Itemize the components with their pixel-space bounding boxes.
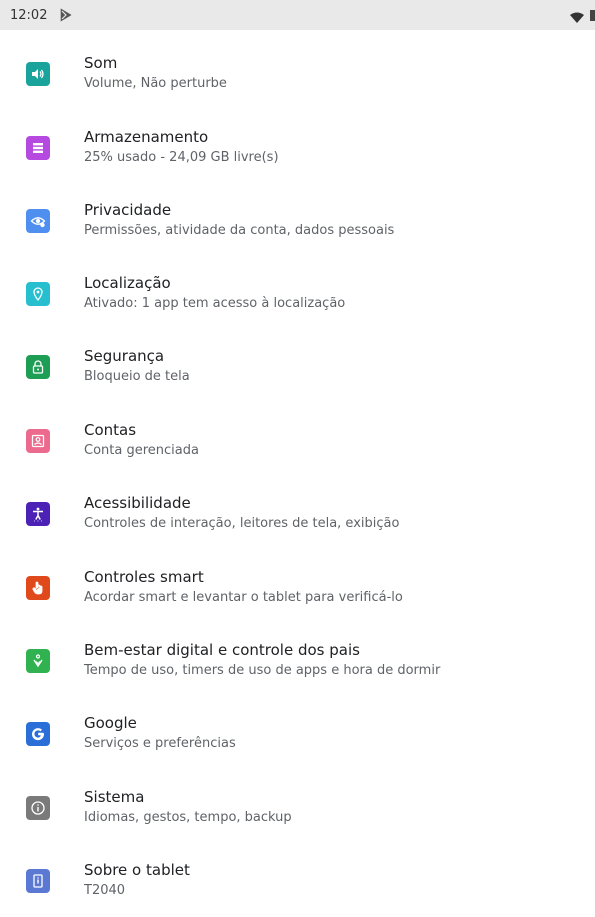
location-pin-icon xyxy=(26,282,50,306)
status-time: 12:02 xyxy=(10,7,48,23)
item-subtitle: Tempo de uso, timers de uso de apps e ho… xyxy=(84,663,441,678)
settings-item-accessibility[interactable]: Acessibilidade Controles de interação, l… xyxy=(0,490,595,550)
play-store-icon xyxy=(59,8,73,22)
item-subtitle: T2040 xyxy=(84,883,126,898)
item-title: Controles smart xyxy=(84,568,204,586)
lock-icon xyxy=(26,355,50,379)
settings-item-location[interactable]: Localização Ativado: 1 app tem acesso à … xyxy=(0,270,595,330)
item-title: Contas xyxy=(84,421,137,439)
settings-item-storage[interactable]: Armazenamento 25% usado - 24,09 GB livre… xyxy=(0,124,595,184)
item-subtitle: Conta gerenciada xyxy=(84,443,199,458)
settings-item-about-tablet[interactable]: Sobre o tablet T2040 xyxy=(0,857,595,917)
item-title: Sistema xyxy=(84,788,145,806)
settings-item-privacy[interactable]: Privacidade Permissões, atividade da con… xyxy=(0,197,595,257)
settings-item-digital-wellbeing[interactable]: Bem-estar digital e controle dos pais Te… xyxy=(0,637,595,697)
item-title: Privacidade xyxy=(84,201,172,219)
item-title: Localização xyxy=(84,274,171,292)
wifi-icon xyxy=(570,9,584,23)
privacy-eye-icon xyxy=(26,209,50,233)
battery-icon xyxy=(590,9,595,21)
item-title: Sobre o tablet xyxy=(84,861,190,879)
item-title: Som xyxy=(84,54,118,72)
item-subtitle: Permissões, atividade da conta, dados pe… xyxy=(84,223,395,238)
item-title: Acessibilidade xyxy=(84,494,191,512)
settings-item-accounts[interactable]: Contas Conta gerenciada xyxy=(0,417,595,477)
google-g-icon xyxy=(26,722,50,746)
item-subtitle: Controles de interação, leitores de tela… xyxy=(84,516,400,531)
item-title: Segurança xyxy=(84,347,165,365)
item-subtitle: Idiomas, gestos, tempo, backup xyxy=(84,810,292,825)
settings-item-security[interactable]: Segurança Bloqueio de tela xyxy=(0,343,595,403)
wellbeing-icon xyxy=(26,649,50,673)
tablet-icon xyxy=(26,869,50,893)
settings-item-system[interactable]: Sistema Idiomas, gestos, tempo, backup xyxy=(0,784,595,844)
accessibility-icon xyxy=(26,502,50,526)
item-subtitle: Acordar smart e levantar o tablet para v… xyxy=(84,590,403,605)
storage-icon xyxy=(26,136,50,160)
item-title: Bem-estar digital e controle dos pais xyxy=(84,641,360,659)
item-subtitle: Volume, Não perturbe xyxy=(84,76,227,91)
volume-icon xyxy=(26,62,50,86)
hand-gesture-icon xyxy=(26,576,50,600)
settings-item-sound[interactable]: Som Volume, Não perturbe xyxy=(0,50,595,110)
account-box-icon xyxy=(26,429,50,453)
item-title: Armazenamento xyxy=(84,128,209,146)
item-title: Google xyxy=(84,714,137,732)
status-bar: 12:02 xyxy=(0,0,595,30)
item-subtitle: 25% usado - 24,09 GB livre(s) xyxy=(84,150,279,165)
info-icon xyxy=(26,796,50,820)
settings-item-google[interactable]: Google Serviços e preferências xyxy=(0,710,595,770)
item-subtitle: Serviços e preferências xyxy=(84,736,236,751)
item-subtitle: Bloqueio de tela xyxy=(84,369,190,384)
settings-item-smart-controls[interactable]: Controles smart Acordar smart e levantar… xyxy=(0,564,595,624)
item-subtitle: Ativado: 1 app tem acesso à localização xyxy=(84,296,346,311)
